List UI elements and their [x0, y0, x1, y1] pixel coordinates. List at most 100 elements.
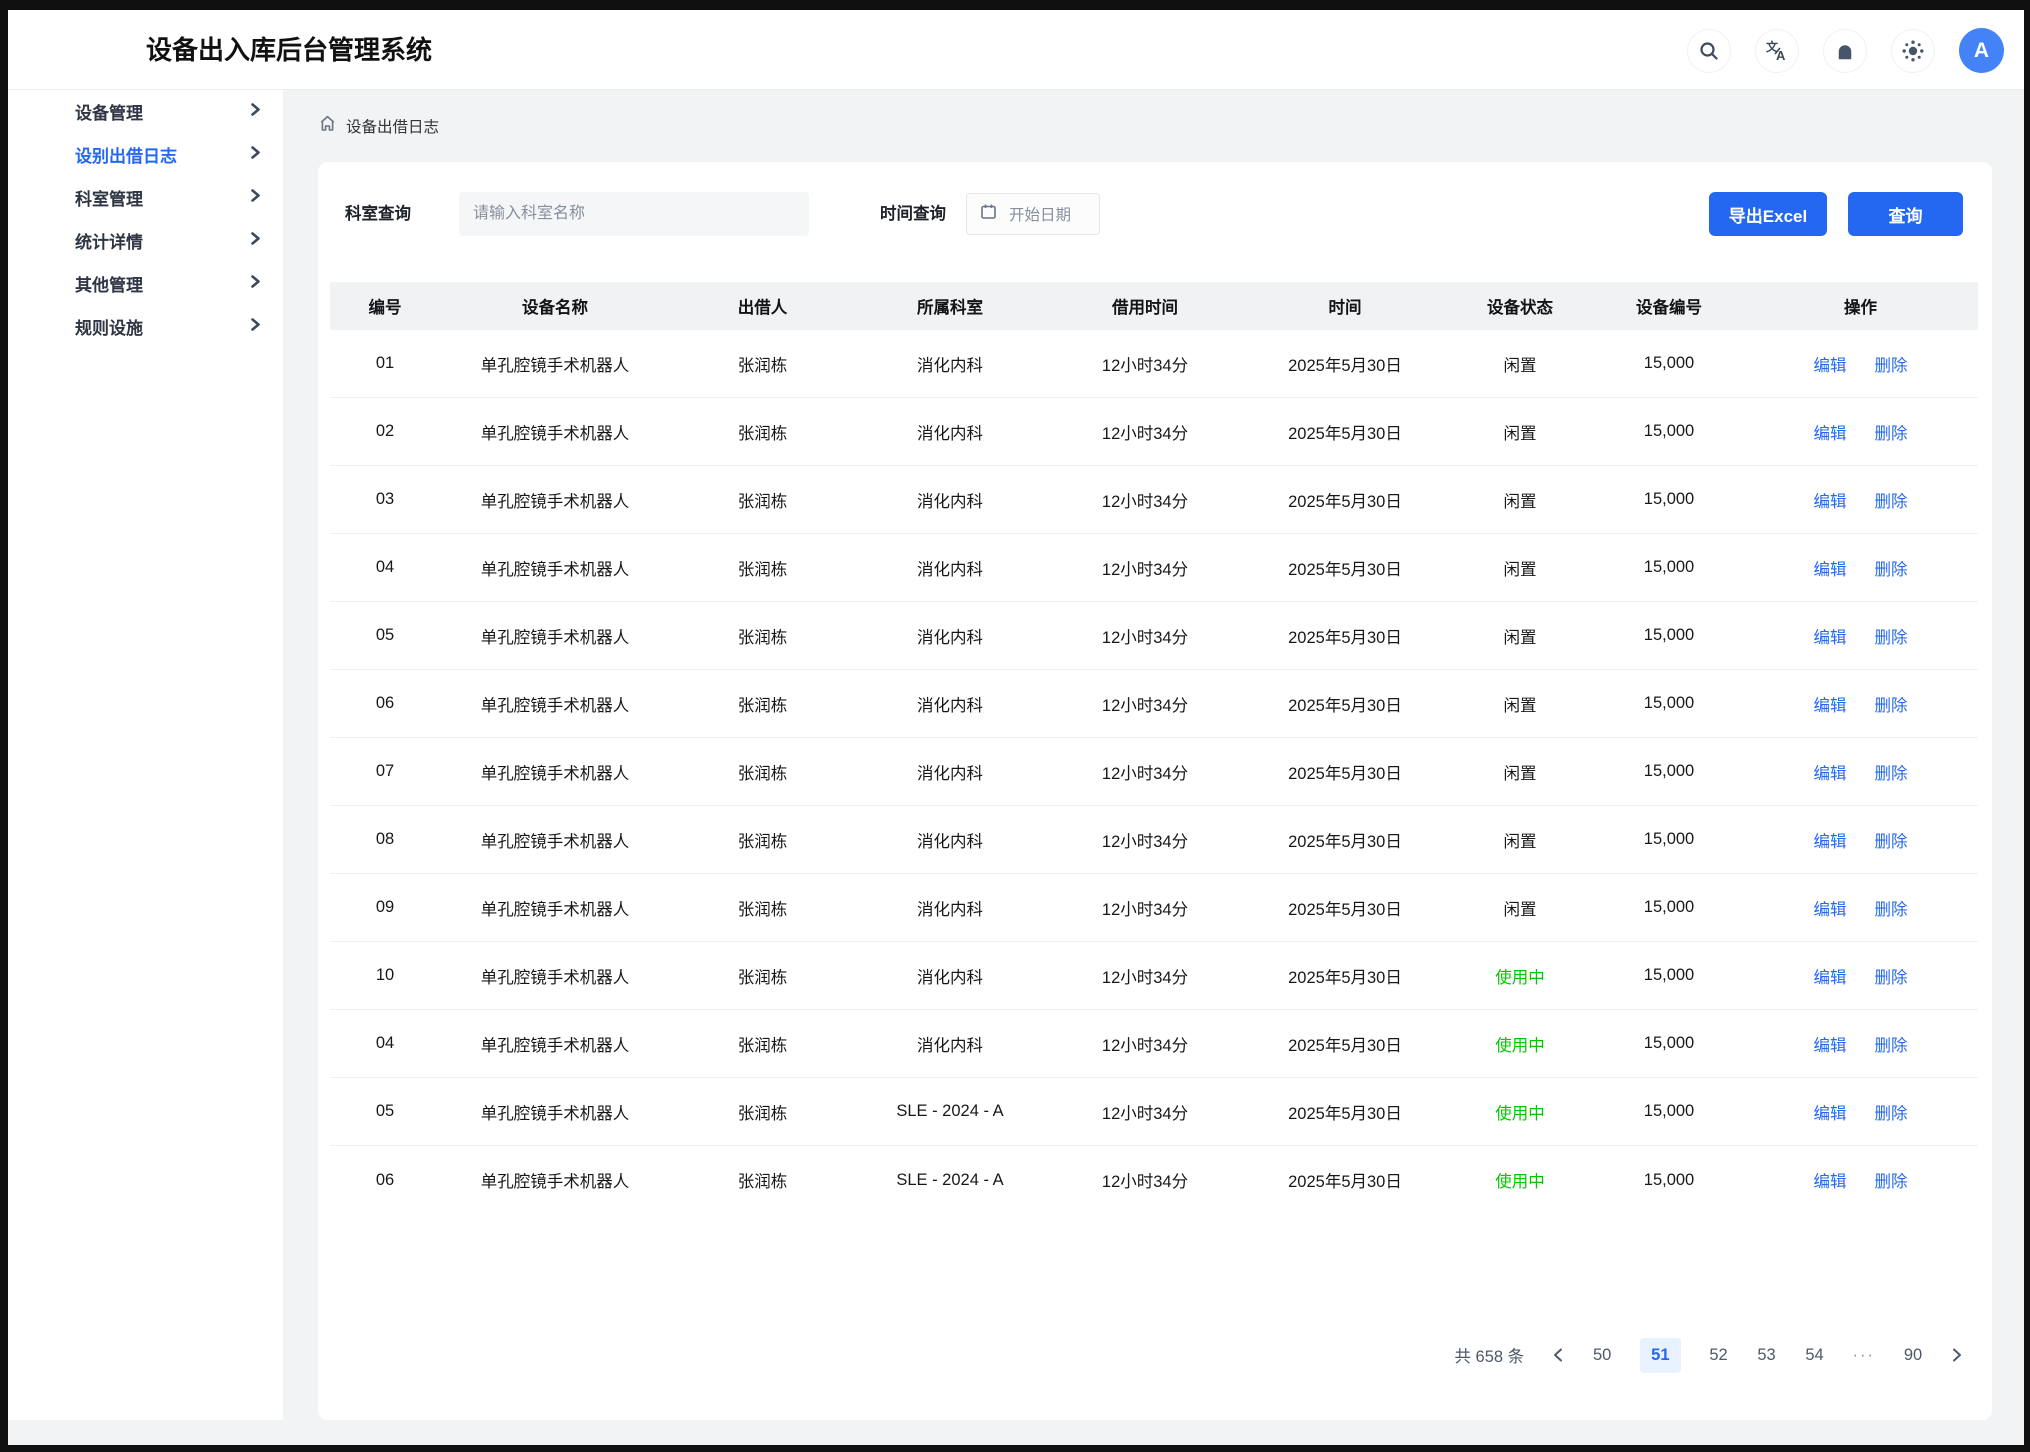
edit-link[interactable]: 编辑: [1814, 352, 1847, 376]
sidebar-item-lending-log[interactable]: 设别出借日志: [8, 133, 283, 176]
cell-borrow-duration: 12小时34分: [1045, 760, 1245, 784]
cell-operations: 编辑 删除: [1743, 1100, 1978, 1124]
cell-operations: 编辑 删除: [1743, 488, 1978, 512]
cell-department: SLE - 2024 - A: [855, 1102, 1045, 1121]
cell-date: 2025年5月30日: [1245, 1100, 1445, 1124]
edit-link[interactable]: 编辑: [1814, 1168, 1847, 1192]
sidebar-item-device-management[interactable]: 设备管理: [8, 90, 283, 133]
cell-device-number: 15,000: [1595, 898, 1743, 917]
cell-operations: 编辑 删除: [1743, 624, 1978, 648]
table-row: 03 单孔腔镜手术机器人 张润栋 消化内科 12小时34分 2025年5月30日…: [330, 466, 1978, 534]
col-header-id: 编号: [330, 294, 440, 318]
edit-link[interactable]: 编辑: [1814, 896, 1847, 920]
delete-link[interactable]: 删除: [1875, 1100, 1908, 1124]
sidebar-item-label: 科室管理: [75, 185, 143, 210]
query-button[interactable]: 查询: [1848, 192, 1963, 236]
translate-button[interactable]: 文 A: [1755, 29, 1799, 73]
cell-device-name: 单孔腔镜手术机器人: [440, 1100, 670, 1124]
chevron-right-icon: [250, 231, 261, 251]
breadcrumb[interactable]: 设备出借日志: [318, 114, 439, 138]
dept-search-input[interactable]: [459, 192, 809, 236]
translate-icon: 文 A: [1765, 39, 1789, 63]
cell-device-number: 15,000: [1595, 1171, 1743, 1190]
cell-department: 消化内科: [855, 760, 1045, 784]
cell-device-number: 15,000: [1595, 422, 1743, 441]
notification-button[interactable]: [1823, 29, 1867, 73]
home-icon: [318, 114, 337, 138]
delete-link[interactable]: 删除: [1875, 352, 1908, 376]
cell-lender: 张润栋: [670, 556, 855, 580]
delete-link[interactable]: 删除: [1875, 1032, 1908, 1056]
avatar[interactable]: A: [1959, 28, 2004, 73]
edit-link[interactable]: 编辑: [1814, 488, 1847, 512]
cell-borrow-duration: 12小时34分: [1045, 896, 1245, 920]
edit-link[interactable]: 编辑: [1814, 556, 1847, 580]
start-date-picker[interactable]: 开始日期: [966, 193, 1100, 235]
cell-device-name: 单孔腔镜手术机器人: [440, 964, 670, 988]
sidebar-item-label: 设备管理: [75, 99, 143, 124]
pagination-page[interactable]: 53: [1757, 1346, 1777, 1365]
pagination-page[interactable]: 50: [1592, 1346, 1612, 1365]
edit-link[interactable]: 编辑: [1814, 1100, 1847, 1124]
cell-lender: 张润栋: [670, 896, 855, 920]
chevron-right-icon: [250, 317, 261, 337]
header-actions: 文 A: [1687, 28, 2004, 73]
pagination-page[interactable]: 90: [1903, 1346, 1923, 1365]
export-excel-button[interactable]: 导出Excel: [1709, 192, 1827, 236]
sidebar-item-statistics[interactable]: 统计详情: [8, 219, 283, 262]
sidebar-item-other-management[interactable]: 其他管理: [8, 262, 283, 305]
edit-link[interactable]: 编辑: [1814, 760, 1847, 784]
cell-device-number: 15,000: [1595, 830, 1743, 849]
sidebar-item-rule-settings[interactable]: 规则设施: [8, 305, 283, 348]
cell-lender: 张润栋: [670, 420, 855, 444]
cell-device-number: 15,000: [1595, 490, 1743, 509]
cell-device-status: 使用中: [1445, 1100, 1595, 1124]
delete-link[interactable]: 删除: [1875, 760, 1908, 784]
col-header-date: 时间: [1245, 294, 1445, 318]
delete-link[interactable]: 删除: [1875, 896, 1908, 920]
pagination-page[interactable]: 52: [1709, 1346, 1729, 1365]
delete-link[interactable]: 删除: [1875, 624, 1908, 648]
pagination-ellipsis[interactable]: ···: [1853, 1346, 1875, 1365]
cell-borrow-duration: 12小时34分: [1045, 624, 1245, 648]
cell-date: 2025年5月30日: [1245, 760, 1445, 784]
delete-link[interactable]: 删除: [1875, 692, 1908, 716]
cell-lender: 张润栋: [670, 964, 855, 988]
edit-link[interactable]: 编辑: [1814, 964, 1847, 988]
cell-device-number: 15,000: [1595, 558, 1743, 577]
cell-date: 2025年5月30日: [1245, 1168, 1445, 1192]
cell-id: 10: [330, 966, 440, 985]
delete-link[interactable]: 删除: [1875, 556, 1908, 580]
cell-date: 2025年5月30日: [1245, 964, 1445, 988]
table-body: 01 单孔腔镜手术机器人 张润栋 消化内科 12小时34分 2025年5月30日…: [330, 330, 1978, 1214]
edit-link[interactable]: 编辑: [1814, 692, 1847, 716]
header: 设备出入库后台管理系统 文 A: [8, 10, 2024, 90]
delete-link[interactable]: 删除: [1875, 828, 1908, 852]
delete-link[interactable]: 删除: [1875, 964, 1908, 988]
delete-link[interactable]: 删除: [1875, 420, 1908, 444]
sidebar-item-department-management[interactable]: 科室管理: [8, 176, 283, 219]
theme-button[interactable]: [1891, 29, 1935, 73]
chevron-right-icon: [250, 188, 261, 208]
search-button[interactable]: [1687, 29, 1731, 73]
table-row: 05 单孔腔镜手术机器人 张润栋 SLE - 2024 - A 12小时34分 …: [330, 1078, 1978, 1146]
pagination-page-active[interactable]: 51: [1640, 1338, 1680, 1373]
cell-operations: 编辑 删除: [1743, 964, 1978, 988]
delete-link[interactable]: 删除: [1875, 1168, 1908, 1192]
edit-link[interactable]: 编辑: [1814, 828, 1847, 852]
edit-link[interactable]: 编辑: [1814, 624, 1847, 648]
cell-id: 03: [330, 490, 440, 509]
cell-lender: 张润栋: [670, 692, 855, 716]
sidebar-item-label: 规则设施: [75, 314, 143, 339]
sidebar-item-label: 其他管理: [75, 271, 143, 296]
pagination-page[interactable]: 54: [1805, 1346, 1825, 1365]
table-row: 09 单孔腔镜手术机器人 张润栋 消化内科 12小时34分 2025年5月30日…: [330, 874, 1978, 942]
pagination-next-button[interactable]: [1951, 1347, 1963, 1363]
delete-link[interactable]: 删除: [1875, 488, 1908, 512]
pagination-prev-button[interactable]: [1552, 1347, 1564, 1363]
edit-link[interactable]: 编辑: [1814, 1032, 1847, 1056]
edit-link[interactable]: 编辑: [1814, 420, 1847, 444]
cell-date: 2025年5月30日: [1245, 352, 1445, 376]
cell-device-name: 单孔腔镜手术机器人: [440, 624, 670, 648]
cell-operations: 编辑 删除: [1743, 828, 1978, 852]
